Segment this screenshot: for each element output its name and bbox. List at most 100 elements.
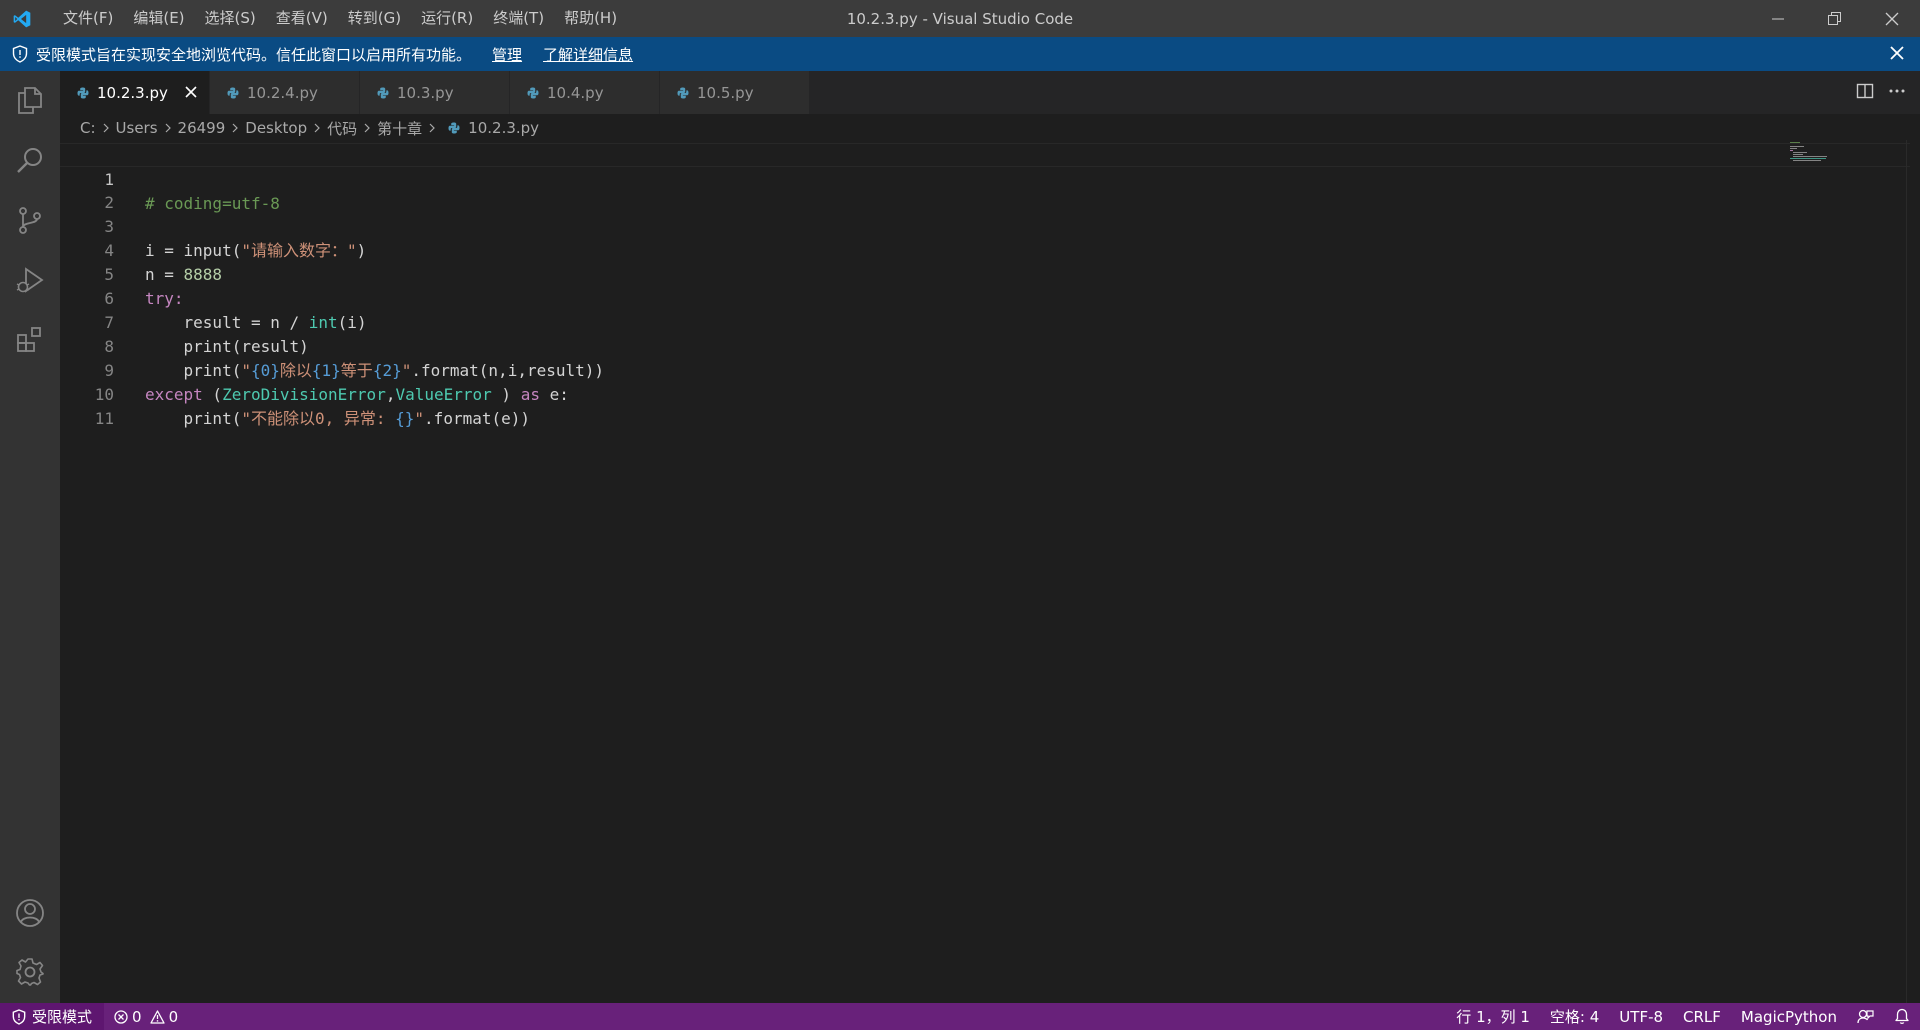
extensions-button[interactable] [0, 311, 60, 369]
source-control-button[interactable] [0, 191, 60, 249]
editor-scrollbar[interactable] [1906, 140, 1920, 1003]
chevron-right-icon [230, 122, 240, 134]
feedback-icon [1857, 1009, 1874, 1024]
status-indentation[interactable]: 空格: 4 [1540, 1006, 1609, 1027]
banner-manage-link[interactable]: 管理 [492, 44, 522, 65]
window-controls [1749, 0, 1920, 37]
split-editor-icon [1856, 83, 1874, 98]
menu-file[interactable]: 文件(F) [53, 0, 123, 37]
close-window-button[interactable] [1863, 0, 1920, 37]
settings-gear-icon [16, 958, 44, 986]
chevron-right-icon [312, 122, 322, 134]
minimize-button[interactable] [1749, 0, 1806, 37]
banner-learn-more-link[interactable]: 了解详细信息 [543, 44, 633, 65]
feedback-button[interactable] [1847, 1008, 1884, 1025]
status-cursor-position[interactable]: 行 1，列 1 [1446, 1006, 1540, 1027]
notifications-button[interactable] [1884, 1008, 1920, 1025]
ellipsis-icon [1889, 89, 1905, 92]
split-editor-button[interactable] [1856, 82, 1874, 104]
status-language-mode[interactable]: MagicPython [1731, 1008, 1847, 1026]
tab-10-2-4-py[interactable]: 10.2.4.py [210, 71, 360, 114]
breadcrumb: C: Users 26499 Desktop 代码 第十章 10.2.3.py [80, 116, 539, 140]
tab-close-button[interactable] [183, 84, 199, 100]
restore-button[interactable] [1806, 0, 1863, 37]
code-editor[interactable]: 1 # coding=utf-8 2 3 i = input("请输入数字：")… [60, 140, 1920, 1003]
search-button[interactable] [0, 131, 60, 189]
code-text: print("不能除以0, 异常: {}".format(e)) [145, 409, 531, 428]
status-eol[interactable]: CRLF [1673, 1008, 1731, 1026]
code-line: 11 [60, 383, 1910, 428]
status-problems[interactable]: 0 0 [114, 1008, 178, 1026]
warning-icon [149, 1009, 165, 1024]
menu-help[interactable]: 帮助(H) [554, 0, 627, 37]
python-file-icon [377, 87, 389, 99]
status-restricted-mode[interactable]: 受限模式 [0, 1003, 105, 1030]
code-line: 6 result = n / int(i) [60, 263, 1910, 332]
code-line: 7 print(result) [60, 287, 1910, 356]
menu-view[interactable]: 查看(V) [266, 0, 338, 37]
banner-close-button[interactable] [1888, 44, 1906, 62]
menu-go[interactable]: 转到(G) [338, 0, 411, 37]
menu-run[interactable]: 运行(R) [411, 0, 483, 37]
tab-label: 10.4.py [547, 83, 604, 102]
breadcrumb-item[interactable]: 第十章 [377, 118, 422, 139]
manage-settings-button[interactable] [0, 943, 60, 1001]
error-icon [114, 1009, 128, 1024]
code-line: 5 try: [60, 239, 1910, 308]
breadcrumb-item[interactable]: 10.2.3.py [468, 119, 539, 137]
menu-bar: 文件(F) 编辑(E) 选择(S) 查看(V) 转到(G) 运行(R) 终端(T… [53, 0, 627, 37]
restore-icon [1828, 12, 1841, 25]
python-file-icon [527, 87, 539, 99]
more-actions-button[interactable] [1888, 82, 1906, 104]
extensions-icon [17, 327, 41, 352]
status-bar: 受限模式 0 0 行 1，列 1 空格: 4 UTF-8 CRLF MagicP… [0, 1003, 1920, 1030]
breadcrumb-item[interactable]: Users [116, 119, 158, 137]
code-line: 4 n = 8888 [60, 215, 1910, 284]
status-encoding[interactable]: UTF-8 [1609, 1008, 1673, 1026]
tab-10-5-py[interactable]: 10.5.py [660, 71, 810, 114]
menu-edit[interactable]: 编辑(E) [123, 0, 194, 37]
editor-actions [1856, 71, 1906, 114]
tab-label: 10.3.py [397, 83, 454, 102]
python-file-icon [227, 87, 239, 99]
chevron-right-icon [101, 122, 111, 134]
menu-terminal[interactable]: 终端(T) [483, 0, 554, 37]
breadcrumb-item[interactable]: Desktop [245, 119, 307, 137]
python-file-icon [448, 122, 460, 134]
breadcrumb-item[interactable]: 代码 [327, 118, 357, 139]
code-line: 2 [60, 167, 1910, 212]
chevron-right-icon [362, 122, 372, 134]
error-count: 0 [132, 1007, 142, 1026]
search-icon [17, 148, 42, 173]
bell-icon [1895, 1008, 1909, 1024]
menu-selection[interactable]: 选择(S) [195, 0, 266, 37]
shield-icon [12, 1008, 26, 1025]
tab-10-3-py[interactable]: 10.3.py [360, 71, 510, 114]
minimap[interactable] [1790, 141, 1840, 163]
close-icon [185, 86, 197, 98]
editor-tabs: 10.2.3.py 10.2.4.py 10.3.py 10.4.py 10.5… [60, 71, 1920, 114]
python-file-icon [77, 87, 89, 99]
shield-icon [12, 45, 28, 63]
breadcrumb-item[interactable]: 26499 [178, 119, 226, 137]
tab-label: 10.2.3.py [97, 83, 168, 102]
vscode-logo-icon [0, 0, 44, 37]
tab-label: 10.2.4.py [247, 83, 318, 102]
activity-bar [0, 71, 60, 1003]
code-line: 9 except (ZeroDivisionError,ValueError )… [60, 335, 1910, 404]
python-file-icon [677, 87, 689, 99]
run-debug-button[interactable] [0, 251, 60, 309]
tab-10-4-py[interactable]: 10.4.py [510, 71, 660, 114]
code-line: 3 i = input("请输入数字：") [60, 191, 1910, 260]
accounts-button[interactable] [0, 884, 60, 942]
tab-10-2-3-py[interactable]: 10.2.3.py [60, 71, 210, 114]
run-debug-icon [16, 267, 44, 293]
tab-label: 10.5.py [697, 83, 754, 102]
breadcrumb-item[interactable]: C: [80, 119, 96, 137]
line-number: 11 [94, 409, 114, 428]
code-line: 1 # coding=utf-8 [60, 143, 1910, 213]
code-line: 10 print("不能除以0, 异常: {}".format(e)) [60, 359, 1910, 428]
source-control-icon [19, 207, 41, 234]
explorer-button[interactable] [0, 71, 60, 129]
status-restricted-label: 受限模式 [32, 1008, 93, 1026]
